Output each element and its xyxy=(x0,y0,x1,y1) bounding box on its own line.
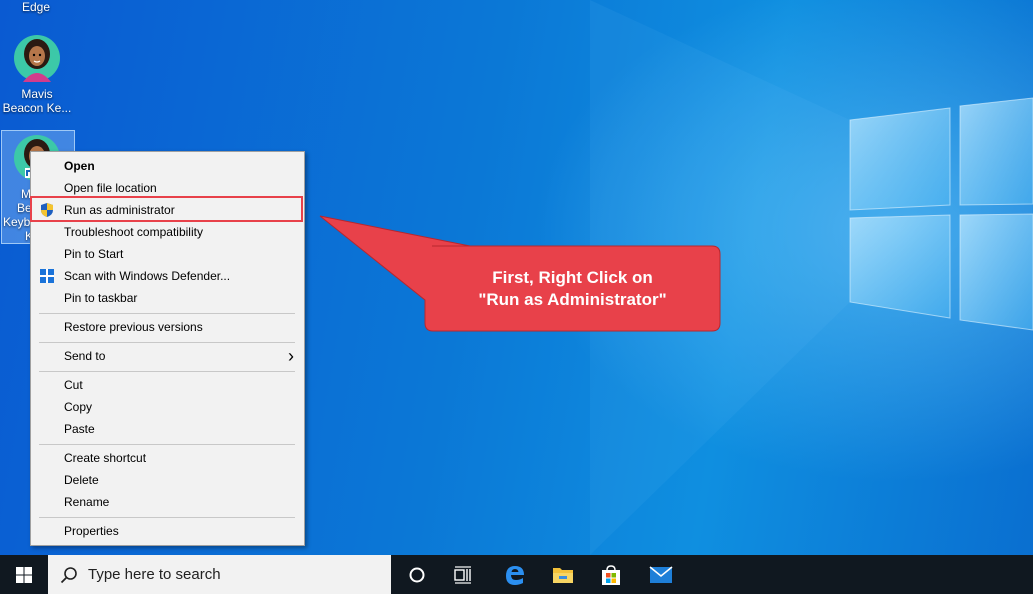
callout-line-1: First, Right Click on xyxy=(492,267,653,287)
menu-item-scan-with-defender[interactable]: Scan with Windows Defender... xyxy=(31,265,304,287)
desktop-icon-label: Mavis xyxy=(21,87,53,101)
menu-item-rename[interactable]: Rename xyxy=(31,491,304,513)
menu-item-pin-to-taskbar[interactable]: Pin to taskbar xyxy=(31,287,304,309)
menu-separator xyxy=(39,313,295,314)
menu-item-label: Run as administrator xyxy=(64,203,175,217)
menu-separator xyxy=(39,342,295,343)
store-icon xyxy=(602,564,620,585)
menu-item-label: Properties xyxy=(64,524,119,538)
search-input[interactable] xyxy=(86,565,370,584)
desktop-icon-edge[interactable]: Edge xyxy=(0,0,72,14)
desktop-icon-mavis-beacon[interactable]: Mavis Beacon Ke... xyxy=(1,34,73,115)
edge-taskbar-button[interactable] xyxy=(492,555,538,594)
menu-item-restore-previous-versions[interactable]: Restore previous versions xyxy=(31,316,304,338)
cortana-icon xyxy=(409,567,425,582)
menu-item-run-as-administrator[interactable]: Run as administrator xyxy=(31,199,304,221)
callout-line-2: "Run as Administrator" xyxy=(478,289,667,309)
desktop-icon-label: Beacon Ke... xyxy=(2,101,72,115)
menu-separator xyxy=(39,371,295,372)
mail-button[interactable] xyxy=(638,555,684,594)
mail-icon xyxy=(649,565,673,583)
menu-item-properties[interactable]: Properties xyxy=(31,520,304,542)
menu-item-label: Rename xyxy=(64,495,110,509)
task-view-button[interactable] xyxy=(440,555,486,594)
menu-item-send-to[interactable]: Send to › xyxy=(31,345,304,367)
file-explorer-button[interactable] xyxy=(540,555,586,594)
desktop-icon-label: Edge xyxy=(21,0,51,14)
menu-item-delete[interactable]: Delete xyxy=(31,469,304,491)
menu-item-label: Scan with Windows Defender... xyxy=(64,269,231,283)
edge-icon xyxy=(506,565,524,585)
menu-item-label: Restore previous versions xyxy=(64,320,203,334)
chevron-right-icon: › xyxy=(288,346,294,366)
menu-separator xyxy=(39,517,295,518)
menu-item-label: Paste xyxy=(64,422,95,436)
menu-item-label: Open xyxy=(64,159,95,173)
menu-item-label: Create shortcut xyxy=(64,451,147,465)
menu-item-label: Pin to Start xyxy=(64,247,124,261)
menu-item-label: Pin to taskbar xyxy=(64,291,138,305)
task-view-icon xyxy=(454,565,471,584)
menu-item-cut[interactable]: Cut xyxy=(31,374,304,396)
taskbar xyxy=(0,555,1033,594)
start-button[interactable] xyxy=(0,555,48,594)
menu-item-label: Send to xyxy=(64,349,106,363)
menu-item-pin-to-start[interactable]: Pin to Start xyxy=(31,243,304,265)
menu-item-label: Troubleshoot compatibility xyxy=(64,225,203,239)
uac-shield-icon xyxy=(41,203,53,217)
callout-text: First, Right Click on "Run as Administra… xyxy=(425,246,720,331)
menu-item-label: Delete xyxy=(64,473,99,487)
windows-start-icon xyxy=(16,566,32,583)
menu-item-label: Copy xyxy=(64,400,93,414)
cortana-button[interactable] xyxy=(394,555,440,594)
store-button[interactable] xyxy=(588,555,634,594)
context-menu: Open Open file location Run as administr… xyxy=(30,151,305,546)
menu-item-copy[interactable]: Copy xyxy=(31,396,304,418)
menu-item-open[interactable]: Open xyxy=(31,155,304,177)
menu-item-paste[interactable]: Paste xyxy=(31,418,304,440)
defender-icon xyxy=(40,269,54,283)
mavis-avatar-icon xyxy=(14,35,60,82)
search-icon xyxy=(60,566,77,583)
menu-item-troubleshoot-compatibility[interactable]: Troubleshoot compatibility xyxy=(31,221,304,243)
menu-separator xyxy=(39,444,295,445)
file-explorer-icon xyxy=(553,567,573,583)
menu-item-open-file-location[interactable]: Open file location xyxy=(31,177,304,199)
menu-item-create-shortcut[interactable]: Create shortcut xyxy=(31,447,304,469)
menu-item-label: Cut xyxy=(64,378,83,392)
desktop: Edge Mavis Beacon Ke... M Be Keyb K Firs… xyxy=(0,0,1033,555)
taskbar-search-box[interactable] xyxy=(48,555,391,594)
menu-item-label: Open file location xyxy=(64,181,157,195)
